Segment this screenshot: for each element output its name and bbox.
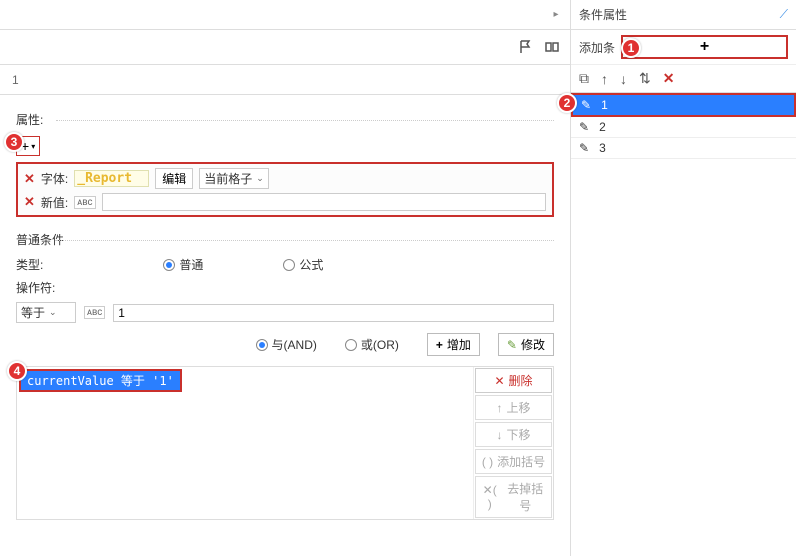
delete-button[interactable]: ✕删除 (475, 368, 552, 393)
edit-font-button[interactable]: 编辑 (155, 168, 193, 189)
expand-arrow-icon[interactable]: ▸ (548, 7, 564, 23)
pencil-icon: ✎ (579, 120, 589, 134)
right-panel-title: 条件属性 (579, 6, 627, 23)
arrow-down-icon[interactable]: ↓ (620, 71, 627, 87)
badge-4: 4 (7, 361, 27, 381)
pencil-icon: ✎ (581, 98, 591, 112)
copy-icon[interactable]: ⧉ (579, 70, 589, 87)
add-condition-label: 添加条 (579, 39, 615, 56)
sort-icon[interactable]: ⇅ (639, 70, 651, 87)
property-edit-box: ✕ 字体: _Report 编辑 当前格子⌄ ✕ 新值: ᴀʙᴄ (16, 162, 554, 217)
newval-input[interactable] (102, 193, 546, 211)
remove-font-icon[interactable]: ✕ (24, 171, 35, 187)
operator-label: 操作符: (16, 279, 554, 296)
abc-icon-2[interactable]: ᴀʙᴄ (84, 306, 105, 319)
left-toolbar-second (0, 30, 570, 65)
remove-newval-icon[interactable]: ✕ (24, 194, 35, 210)
condition-list-item[interactable]: currentValue 等于 '1' (19, 369, 182, 392)
scope-select[interactable]: 当前格子⌄ (199, 168, 269, 189)
right-toolbar: ⧉ ↑ ↓ ⇅ ✕ (571, 65, 796, 93)
add-condition-plus-button[interactable]: + (621, 35, 788, 59)
type-normal-radio[interactable]: 普通 (163, 256, 203, 273)
context-row-label: 1 (12, 73, 19, 87)
badge-2: 2 (557, 93, 577, 113)
left-toolbar-top: ▸ (0, 0, 570, 30)
abc-icon[interactable]: ᴀʙᴄ (74, 196, 95, 209)
delete-condition-icon[interactable]: ✕ (663, 70, 675, 87)
type-label: 类型: (16, 256, 43, 273)
condition-section-label: 普通条件 (16, 231, 554, 248)
link-icon[interactable] (544, 39, 560, 55)
condition-item-2[interactable]: ✎ 2 (571, 117, 796, 138)
del-paren-button[interactable]: ✕( )去掉括号 (475, 476, 552, 518)
context-row: 1 (0, 65, 570, 95)
pencil-icon: ✎ (579, 141, 589, 155)
newval-label: 新值: (41, 194, 68, 211)
modify-condition-button[interactable]: ✎修改 (498, 333, 554, 356)
move-down-button[interactable]: ↓下移 (475, 422, 552, 447)
and-radio[interactable]: 与(AND) (256, 336, 317, 353)
value-input[interactable] (113, 304, 554, 322)
badge-1: 1 (621, 38, 641, 58)
font-label: 字体: (41, 170, 68, 187)
properties-section-label: 属性: (16, 111, 554, 128)
right-panel-header: 条件属性 ⟋ (571, 0, 796, 30)
add-condition-button[interactable]: +增加 (427, 333, 480, 356)
condition-item-3[interactable]: ✎ 3 (571, 138, 796, 159)
operator-select[interactable]: 等于⌄ (16, 302, 76, 323)
conditions-list: 2 ✎ 1 ✎ 2 ✎ 3 (571, 93, 796, 159)
type-formula-radio[interactable]: 公式 (283, 256, 323, 273)
badge-3: 3 (4, 132, 24, 152)
pin-icon[interactable]: ⟋ (780, 7, 788, 22)
add-paren-button[interactable]: ( )添加括号 (475, 449, 552, 474)
flag-icon[interactable] (518, 39, 534, 55)
font-preview: _Report (74, 170, 149, 187)
condition-item-1[interactable]: ✎ 1 (571, 93, 796, 117)
arrow-up-icon[interactable]: ↑ (601, 71, 608, 87)
or-radio[interactable]: 或(OR) (345, 336, 399, 353)
move-up-button[interactable]: ↑上移 (475, 395, 552, 420)
